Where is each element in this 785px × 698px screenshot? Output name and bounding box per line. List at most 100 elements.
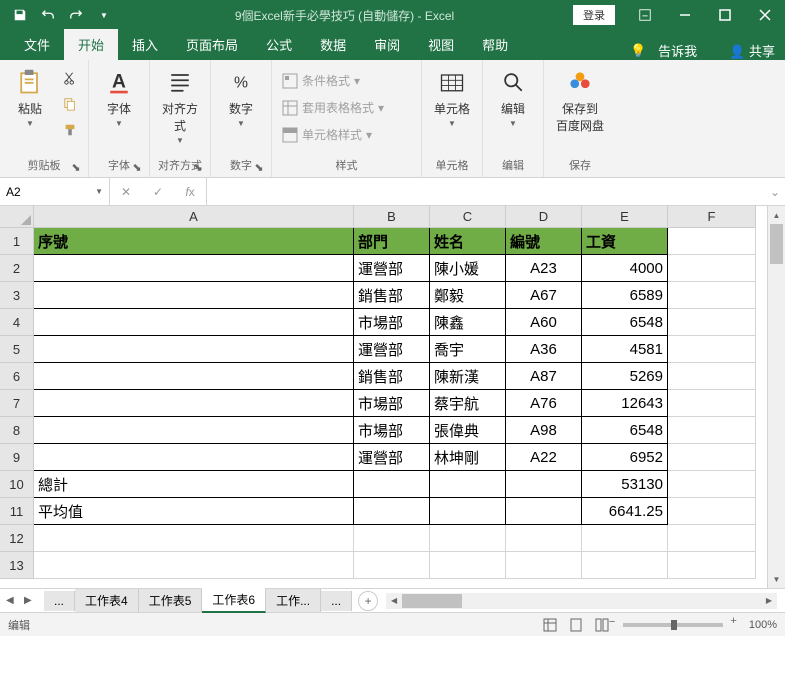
cell[interactable] (354, 525, 430, 552)
dialog-launcher-icon[interactable]: ⬊ (192, 161, 204, 173)
zoom-slider[interactable] (623, 623, 723, 627)
tab-help[interactable]: 帮助 (468, 29, 522, 60)
cell[interactable] (354, 471, 430, 498)
sheet-tab-more[interactable]: ... (321, 591, 352, 611)
row-header-5[interactable]: 5 (0, 336, 34, 363)
cell[interactable] (354, 498, 430, 525)
cell[interactable]: 工資 (582, 228, 668, 255)
cell[interactable] (668, 444, 756, 471)
undo-icon[interactable] (36, 3, 60, 27)
cell[interactable] (582, 525, 668, 552)
cancel-icon[interactable]: ✕ (110, 185, 142, 199)
cell[interactable]: 張偉典 (430, 417, 506, 444)
cell[interactable]: 編號 (506, 228, 582, 255)
number-button[interactable]: % 数字 ▼ (217, 64, 265, 132)
cell[interactable]: 序號 (34, 228, 354, 255)
table-format-button[interactable]: 套用表格格式 ▾ (278, 97, 388, 118)
cell[interactable] (34, 525, 354, 552)
editing-button[interactable]: 编辑 ▼ (489, 64, 537, 132)
row-header-4[interactable]: 4 (0, 309, 34, 336)
minimize-icon[interactable] (665, 0, 705, 30)
zoom-thumb[interactable] (671, 620, 677, 630)
ribbon-options-icon[interactable] (625, 0, 665, 30)
cell[interactable]: 喬宇 (430, 336, 506, 363)
share-button[interactable]: 👤 共享 (729, 41, 775, 60)
cell[interactable] (34, 282, 354, 309)
sheet-tab-7[interactable]: 工作... (266, 589, 321, 612)
tab-file[interactable]: 文件 (10, 29, 64, 60)
row-header-12[interactable]: 12 (0, 525, 34, 552)
copy-icon[interactable] (60, 94, 80, 114)
cell[interactable]: A60 (506, 309, 582, 336)
cell[interactable] (430, 552, 506, 579)
cell[interactable]: 部門 (354, 228, 430, 255)
login-button[interactable]: 登录 (573, 5, 615, 25)
tab-home[interactable]: 开始 (64, 29, 118, 60)
scroll-down-icon[interactable]: ▼ (768, 570, 785, 588)
cell[interactable]: 平均值 (34, 498, 354, 525)
sheet-tab-ellipsis[interactable]: ... (44, 591, 75, 611)
row-header-11[interactable]: 11 (0, 498, 34, 525)
cell[interactable]: 鄭毅 (430, 282, 506, 309)
tab-review[interactable]: 审阅 (360, 29, 414, 60)
cell[interactable] (34, 444, 354, 471)
conditional-format-button[interactable]: 条件格式 ▾ (278, 70, 364, 91)
cell[interactable]: 運營部 (354, 255, 430, 282)
cell[interactable] (34, 255, 354, 282)
row-header-7[interactable]: 7 (0, 390, 34, 417)
cell[interactable] (668, 363, 756, 390)
row-header-10[interactable]: 10 (0, 471, 34, 498)
cell[interactable]: 市場部 (354, 390, 430, 417)
page-layout-icon[interactable] (565, 616, 587, 634)
cell[interactable]: 林坤剛 (430, 444, 506, 471)
cell[interactable]: 銷售部 (354, 363, 430, 390)
scroll-up-icon[interactable]: ▲ (768, 206, 785, 224)
tell-me[interactable]: 告诉我 (658, 41, 697, 60)
expand-formula-icon[interactable]: ⌄ (765, 178, 785, 205)
formula-input[interactable] (207, 178, 765, 205)
dialog-launcher-icon[interactable]: ⬊ (253, 161, 265, 173)
row-header-3[interactable]: 3 (0, 282, 34, 309)
cell[interactable]: 6641.25 (582, 498, 668, 525)
cell[interactable]: 運營部 (354, 336, 430, 363)
row-header-13[interactable]: 13 (0, 552, 34, 579)
cell[interactable]: 5269 (582, 363, 668, 390)
cell[interactable]: 姓名 (430, 228, 506, 255)
cell[interactable] (668, 228, 756, 255)
cell-styles-button[interactable]: 单元格样式 ▾ (278, 124, 376, 145)
horizontal-scrollbar[interactable]: ◀ ▶ (386, 593, 777, 609)
vertical-scrollbar[interactable]: ▲ ▼ (767, 206, 785, 588)
cell[interactable] (668, 390, 756, 417)
save-baidu-button[interactable]: 保存到 百度网盘 (550, 64, 610, 138)
maximize-icon[interactable] (705, 0, 745, 30)
cell[interactable]: 陳鑫 (430, 309, 506, 336)
cell[interactable]: 6589 (582, 282, 668, 309)
cell[interactable] (34, 390, 354, 417)
col-header-A[interactable]: A (34, 206, 354, 228)
qat-customize-icon[interactable]: ▼ (92, 3, 116, 27)
scrollbar-thumb[interactable] (402, 594, 462, 608)
sheet-tab-5[interactable]: 工作表5 (139, 589, 203, 612)
col-header-B[interactable]: B (354, 206, 430, 228)
save-icon[interactable] (8, 3, 32, 27)
scrollbar-thumb[interactable] (770, 224, 783, 264)
cell[interactable]: A36 (506, 336, 582, 363)
cell[interactable]: A98 (506, 417, 582, 444)
cell[interactable] (668, 309, 756, 336)
paste-button[interactable]: 粘贴 ▼ (6, 64, 54, 132)
format-painter-icon[interactable] (60, 120, 80, 140)
cell[interactable] (506, 498, 582, 525)
cells-button[interactable]: 单元格 ▼ (428, 64, 476, 132)
name-box[interactable]: ▼ (0, 178, 110, 205)
cell[interactable] (668, 471, 756, 498)
cell[interactable] (430, 498, 506, 525)
cell[interactable]: 6548 (582, 309, 668, 336)
cell[interactable] (668, 552, 756, 579)
cell[interactable] (430, 525, 506, 552)
sheet-tab-4[interactable]: 工作表4 (75, 589, 139, 612)
cell[interactable] (582, 552, 668, 579)
col-header-E[interactable]: E (582, 206, 668, 228)
cell[interactable]: 總計 (34, 471, 354, 498)
tab-layout[interactable]: 页面布局 (172, 29, 252, 60)
cell[interactable]: 6952 (582, 444, 668, 471)
